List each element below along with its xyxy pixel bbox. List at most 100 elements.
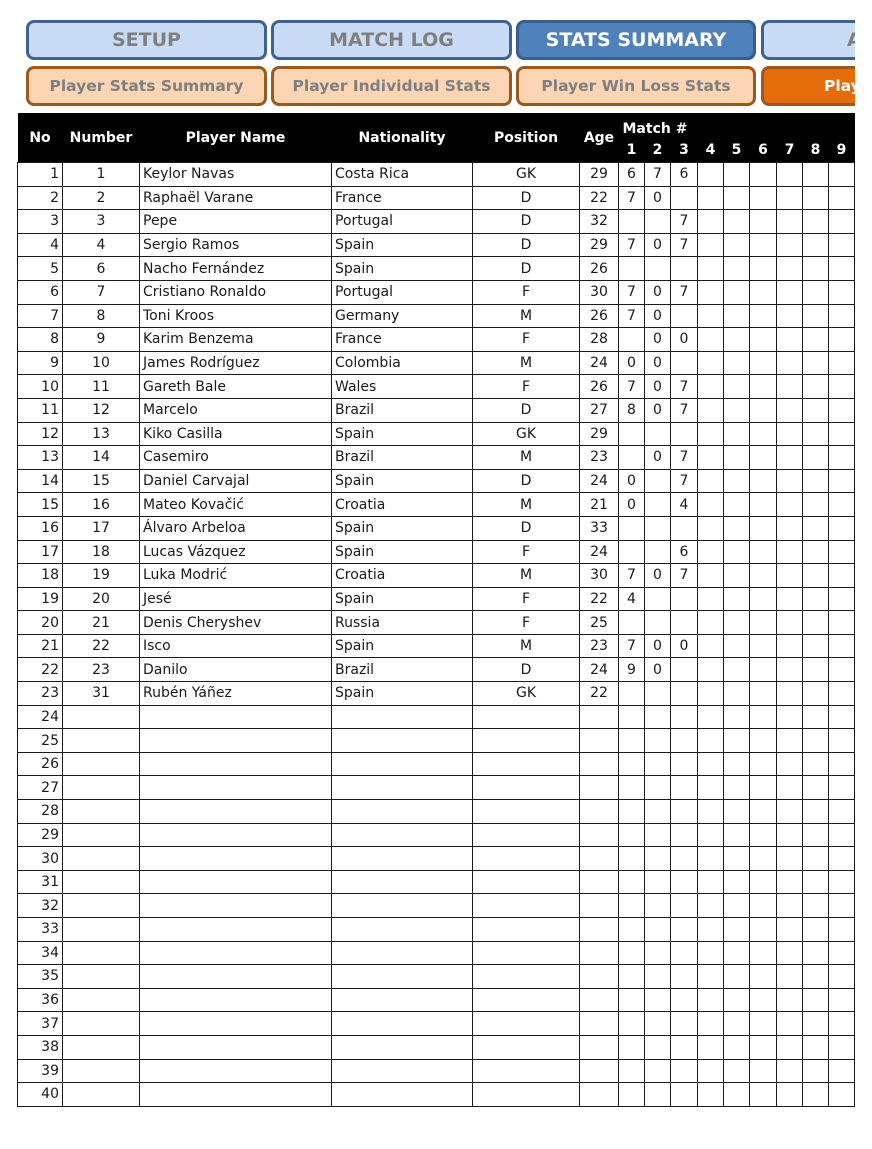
cell-match-9[interactable] — [828, 940, 855, 966]
cell-number[interactable] — [62, 775, 140, 801]
cell-number[interactable] — [62, 893, 140, 918]
cell-match-5[interactable] — [723, 822, 750, 848]
cell-match-5[interactable] — [723, 232, 750, 258]
cell-match-3[interactable]: 7 — [670, 374, 698, 399]
cell-match-3[interactable] — [670, 610, 698, 635]
cell-nationality[interactable]: Spain — [331, 681, 473, 706]
cell-match-8[interactable] — [802, 374, 829, 399]
cell-nationality[interactable]: France — [331, 185, 473, 211]
cell-match-1[interactable] — [618, 539, 645, 565]
cell-match-8[interactable] — [802, 964, 829, 989]
cell-no[interactable]: 25 — [17, 728, 63, 753]
cell-no[interactable]: 36 — [17, 987, 63, 1013]
cell-match-2[interactable] — [644, 610, 671, 635]
cell-match-6[interactable] — [749, 563, 777, 588]
cell-match-4[interactable] — [697, 869, 724, 895]
nav-match-log-button[interactable]: MATCH LOG — [271, 20, 512, 60]
cell-match-5[interactable] — [723, 539, 750, 565]
cell-match-5[interactable] — [723, 657, 750, 683]
cell-match-9[interactable] — [828, 445, 855, 470]
cell-nationality[interactable]: Spain — [331, 421, 473, 447]
cell-player-name[interactable] — [139, 728, 332, 753]
cell-match-9[interactable] — [828, 799, 855, 824]
cell-player-name[interactable] — [139, 704, 332, 730]
cell-match-5[interactable] — [723, 468, 750, 494]
cell-match-6[interactable] — [749, 162, 777, 187]
cell-position[interactable]: M — [472, 633, 580, 659]
cell-number[interactable]: 23 — [62, 657, 140, 683]
cell-match-9[interactable] — [828, 1034, 855, 1060]
cell-nationality[interactable]: Brazil — [331, 397, 473, 423]
cell-match-2[interactable] — [644, 846, 671, 871]
cell-player-name[interactable]: Denis Cheryshev — [139, 610, 332, 635]
cell-match-7[interactable] — [776, 209, 803, 234]
cell-match-9[interactable] — [828, 327, 855, 352]
cell-match-8[interactable] — [802, 987, 829, 1013]
cell-match-2[interactable] — [644, 421, 671, 447]
cell-match-8[interactable] — [802, 185, 829, 211]
cell-match-9[interactable] — [828, 185, 855, 211]
cell-nationality[interactable] — [331, 987, 473, 1013]
cell-match-2[interactable] — [644, 1058, 671, 1084]
cell-match-9[interactable] — [828, 209, 855, 234]
cell-player-name[interactable]: Karim Benzema — [139, 327, 332, 352]
cell-number[interactable] — [62, 964, 140, 989]
cell-match-8[interactable] — [802, 728, 829, 753]
cell-position[interactable] — [472, 869, 580, 895]
cell-player-name[interactable]: Lucas Vázquez — [139, 539, 332, 565]
cell-match-4[interactable] — [697, 846, 724, 871]
cell-match-4[interactable] — [697, 822, 724, 848]
cell-number[interactable] — [62, 1082, 140, 1107]
cell-match-5[interactable] — [723, 987, 750, 1013]
cell-match-3[interactable] — [670, 846, 698, 871]
cell-match-3[interactable] — [670, 704, 698, 730]
cell-match-7[interactable] — [776, 374, 803, 399]
cell-no[interactable]: 15 — [17, 492, 63, 517]
cell-match-7[interactable] — [776, 846, 803, 871]
cell-nationality[interactable]: Brazil — [331, 445, 473, 470]
cell-match-3[interactable] — [670, 751, 698, 777]
cell-no[interactable]: 1 — [17, 162, 63, 187]
cell-match-1[interactable] — [618, 799, 645, 824]
cell-match-8[interactable] — [802, 563, 829, 588]
cell-match-3[interactable]: 0 — [670, 633, 698, 659]
sub-player-stats-summary-button[interactable]: Player Stats Summary — [26, 66, 267, 106]
cell-match-9[interactable] — [828, 987, 855, 1013]
cell-match-6[interactable] — [749, 327, 777, 352]
cell-match-6[interactable] — [749, 209, 777, 234]
cell-match-7[interactable] — [776, 162, 803, 187]
cell-match-4[interactable] — [697, 303, 724, 329]
cell-match-3[interactable] — [670, 1011, 698, 1036]
cell-number[interactable]: 17 — [62, 515, 140, 541]
cell-match-2[interactable] — [644, 775, 671, 801]
cell-match-2[interactable]: 0 — [644, 327, 671, 352]
cell-match-9[interactable] — [828, 1011, 855, 1036]
cell-match-4[interactable] — [697, 162, 724, 187]
cell-match-3[interactable] — [670, 1034, 698, 1060]
cell-player-name[interactable]: Casemiro — [139, 445, 332, 470]
cell-age[interactable]: 33 — [579, 515, 619, 541]
cell-match-6[interactable] — [749, 185, 777, 211]
cell-match-7[interactable] — [776, 468, 803, 494]
cell-match-5[interactable] — [723, 374, 750, 399]
cell-no[interactable]: 10 — [17, 374, 63, 399]
cell-match-6[interactable] — [749, 421, 777, 447]
cell-no[interactable]: 35 — [17, 964, 63, 989]
cell-match-4[interactable] — [697, 893, 724, 918]
cell-no[interactable]: 40 — [17, 1082, 63, 1107]
cell-match-4[interactable] — [697, 209, 724, 234]
cell-match-3[interactable] — [670, 515, 698, 541]
cell-no[interactable]: 21 — [17, 633, 63, 659]
cell-position[interactable]: M — [472, 350, 580, 376]
cell-player-name[interactable]: Mateo Kovačić — [139, 492, 332, 517]
cell-age[interactable] — [579, 917, 619, 942]
cell-age[interactable]: 29 — [579, 162, 619, 187]
cell-match-5[interactable] — [723, 704, 750, 730]
cell-match-9[interactable] — [828, 539, 855, 565]
cell-number[interactable]: 2 — [62, 185, 140, 211]
cell-player-name[interactable] — [139, 917, 332, 942]
cell-number[interactable] — [62, 1011, 140, 1036]
cell-no[interactable]: 31 — [17, 869, 63, 895]
cell-match-9[interactable] — [828, 350, 855, 376]
cell-number[interactable]: 13 — [62, 421, 140, 447]
